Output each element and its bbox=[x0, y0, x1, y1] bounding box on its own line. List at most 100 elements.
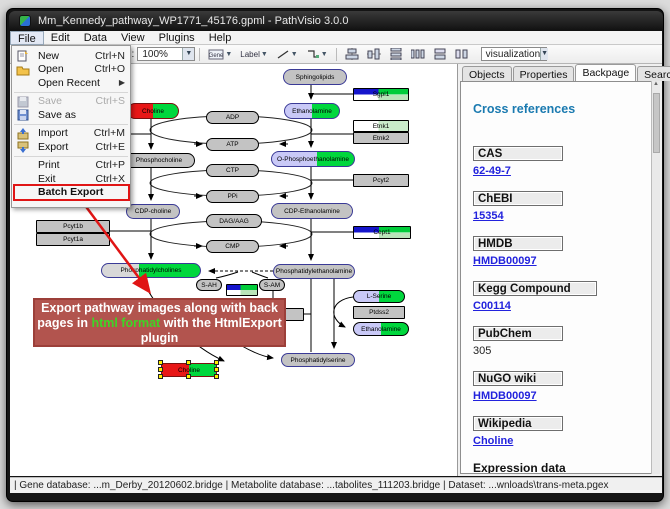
distribute-horizontal-button[interactable] bbox=[408, 47, 428, 62]
file-menu-open-shortcut: Ctrl+O bbox=[94, 63, 125, 75]
distribute-vertical-icon bbox=[389, 48, 403, 60]
status-text: | Gene database: ...m_Derby_20120602.bri… bbox=[14, 480, 608, 491]
file-menu-open[interactable]: Open Ctrl+O bbox=[12, 63, 130, 77]
ref-header-kegg: Kegg Compound bbox=[473, 281, 597, 296]
scrollbar-thumb[interactable] bbox=[653, 93, 660, 153]
screen: Mm_Kennedy_pathway_WP1771_45176.gpml - P… bbox=[0, 0, 670, 509]
ref-value-chebi: 15354 bbox=[473, 210, 651, 223]
align-middle-icon bbox=[367, 48, 381, 60]
file-menu-export[interactable]: Export Ctrl+E bbox=[12, 140, 130, 154]
file-menu-exit-label: Exit bbox=[38, 173, 56, 185]
align-center-icon bbox=[345, 48, 359, 60]
visualization-value: visualization bbox=[486, 49, 540, 60]
backpage-content: Cross references CAS 62-49-7 ChEBI 15354… bbox=[460, 81, 652, 474]
file-menu-save-as[interactable]: Save as bbox=[12, 108, 130, 122]
menu-separator bbox=[14, 122, 128, 125]
connector-tool-button[interactable]: ▼ bbox=[303, 47, 331, 62]
menu-plugins[interactable]: Plugins bbox=[152, 31, 202, 45]
file-menu-import[interactable]: Import Ctrl+M bbox=[12, 127, 130, 141]
tab-backpage[interactable]: Backpage bbox=[575, 64, 636, 81]
align-middle-button[interactable] bbox=[364, 47, 384, 62]
kegg-link[interactable]: C00114 bbox=[473, 300, 511, 312]
ref-header-wikipedia: Wikipedia bbox=[473, 416, 563, 431]
side-panel-tabs: Objects Properties Backpage Search Legen… bbox=[462, 66, 670, 82]
export-icon bbox=[16, 141, 30, 153]
ref-header-hmdb: HMDB bbox=[473, 236, 563, 251]
file-menu-open-recent[interactable]: Open Recent ▶ bbox=[12, 76, 130, 90]
menu-help[interactable]: Help bbox=[202, 31, 239, 45]
pathvisio-window: Mm_Kennedy_pathway_WP1771_45176.gpml - P… bbox=[6, 8, 664, 502]
menu-bar: File Edit Data View Plugins Help bbox=[10, 31, 662, 45]
cross-references-heading: Cross references bbox=[473, 102, 651, 116]
match-width-button[interactable] bbox=[430, 47, 450, 62]
ref-header-nugo: NuGO wiki bbox=[473, 371, 563, 386]
file-menu-open-label: Open bbox=[38, 63, 64, 75]
toolbar-separator bbox=[199, 48, 200, 61]
menu-separator bbox=[14, 154, 128, 157]
window-title: Mm_Kennedy_pathway_WP1771_45176.gpml - P… bbox=[38, 15, 348, 27]
ref-value-cas: 62-49-7 bbox=[473, 165, 651, 178]
match-height-icon bbox=[455, 48, 469, 60]
panel-scrollbar[interactable]: ▲ bbox=[651, 81, 660, 474]
menu-file[interactable]: File bbox=[10, 31, 44, 45]
align-center-button[interactable] bbox=[342, 47, 362, 62]
file-menu-save-shortcut: Ctrl+S bbox=[96, 95, 125, 107]
distribute-horizontal-icon bbox=[411, 48, 425, 60]
file-menu-new[interactable]: New Ctrl+N bbox=[12, 49, 130, 63]
nugo-link[interactable]: HMDB00097 bbox=[473, 390, 537, 402]
file-menu-import-label: Import bbox=[38, 127, 68, 139]
zoom-dropdown-arrow[interactable]: ▼ bbox=[182, 48, 194, 60]
batch-export-highlight-box bbox=[13, 184, 130, 201]
file-menu-print-label: Print bbox=[38, 159, 60, 171]
expression-data-heading: Expression data bbox=[473, 461, 651, 474]
cas-link[interactable]: 62-49-7 bbox=[473, 165, 511, 177]
gene-icon-text: Gene bbox=[209, 53, 224, 59]
ref-value-pubchem: 305 bbox=[473, 345, 651, 358]
save-disk-icon bbox=[16, 96, 30, 108]
line-tool-button[interactable]: ▼ bbox=[273, 47, 301, 62]
side-panel: Objects Properties Backpage Search Legen… bbox=[458, 64, 662, 476]
file-menu-export-label: Export bbox=[38, 141, 68, 153]
title-bar[interactable]: Mm_Kennedy_pathway_WP1771_45176.gpml - P… bbox=[9, 11, 663, 31]
wikipedia-link[interactable]: Choline bbox=[473, 435, 513, 447]
file-menu-import-shortcut: Ctrl+M bbox=[94, 127, 125, 139]
visualization-combobox[interactable]: visualization ▼ bbox=[481, 47, 547, 61]
distribute-vertical-button[interactable] bbox=[386, 47, 406, 62]
datanode-tool-button[interactable]: Gene ▼ bbox=[205, 47, 235, 62]
tab-objects[interactable]: Objects bbox=[462, 66, 512, 81]
line-icon bbox=[276, 49, 290, 60]
new-file-icon bbox=[16, 50, 30, 62]
label-tool-text: Label bbox=[240, 50, 260, 59]
app-icon bbox=[19, 15, 31, 27]
file-menu-save[interactable]: Save Ctrl+S bbox=[12, 95, 130, 109]
toolbar-separator bbox=[336, 48, 337, 61]
menu-data[interactable]: Data bbox=[77, 31, 114, 45]
open-folder-icon bbox=[16, 64, 30, 76]
ref-header-pubchem: PubChem bbox=[473, 326, 563, 341]
label-tool-button[interactable]: Label ▼ bbox=[237, 47, 271, 62]
ref-value-nugo: HMDB00097 bbox=[473, 390, 651, 403]
hmdb-link[interactable]: HMDB00097 bbox=[473, 255, 537, 267]
menu-separator bbox=[14, 90, 128, 93]
file-menu-export-shortcut: Ctrl+E bbox=[96, 141, 125, 153]
ref-value-hmdb: HMDB00097 bbox=[473, 255, 651, 268]
tab-search[interactable]: Search bbox=[637, 66, 670, 81]
tab-properties[interactable]: Properties bbox=[513, 66, 575, 81]
submenu-arrow-icon: ▶ bbox=[119, 78, 125, 87]
match-width-icon bbox=[433, 48, 447, 60]
file-menu-save-as-label: Save as bbox=[38, 109, 76, 121]
chebi-link[interactable]: 15354 bbox=[473, 210, 504, 222]
file-menu-print-shortcut: Ctrl+P bbox=[96, 159, 125, 171]
ref-value-kegg: C00114 bbox=[473, 300, 651, 313]
file-menu-new-shortcut: Ctrl+N bbox=[95, 50, 125, 62]
save-as-disk-icon bbox=[16, 109, 30, 121]
file-menu-print[interactable]: Print Ctrl+P bbox=[12, 159, 130, 173]
visualization-dropdown-arrow[interactable]: ▼ bbox=[540, 48, 548, 60]
menu-edit[interactable]: Edit bbox=[44, 31, 77, 45]
gene-node-icon: Gene bbox=[208, 49, 224, 60]
match-height-button[interactable] bbox=[452, 47, 472, 62]
menu-view[interactable]: View bbox=[114, 31, 152, 45]
zoom-combobox[interactable]: 100% ▼ bbox=[137, 47, 195, 61]
connector-icon bbox=[306, 49, 320, 60]
file-menu-open-recent-label: Open Recent bbox=[38, 77, 100, 89]
